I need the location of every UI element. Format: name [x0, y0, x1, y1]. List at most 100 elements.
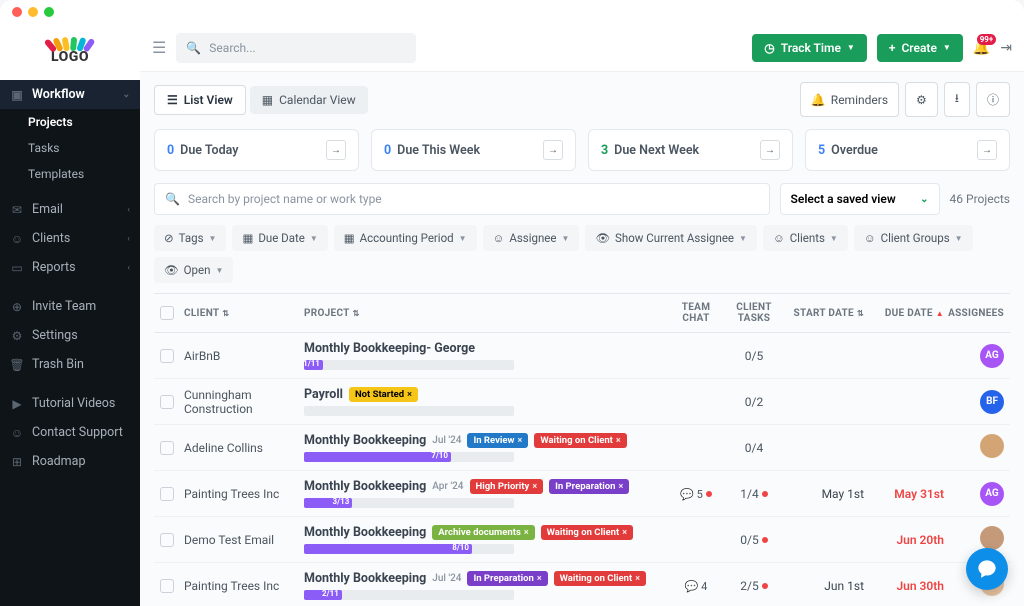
col-due-header[interactable]: DUE DATE▲	[864, 308, 944, 319]
tag[interactable]: Waiting on Client×	[541, 525, 633, 540]
nav-clients[interactable]: ☺Clients‹	[0, 224, 140, 253]
row-checkbox[interactable]	[160, 487, 174, 501]
logout-icon[interactable]: ⇥	[1000, 40, 1012, 56]
nav-projects[interactable]: Projects	[0, 109, 140, 135]
track-time-button[interactable]: ◷ Track Time ▼	[752, 34, 867, 62]
arrow-icon[interactable]: →	[977, 140, 997, 160]
table-row[interactable]: Cunningham Construction Payroll Not Star…	[154, 379, 1010, 425]
assignee-avatar[interactable]: AG	[980, 344, 1004, 368]
reminders-button[interactable]: 🔔Reminders	[800, 82, 899, 117]
assignee-avatar[interactable]: BF	[980, 390, 1004, 414]
notifications-icon[interactable]: 🔔99+	[973, 40, 990, 56]
filter-clients[interactable]: ☺Clients▼	[763, 225, 848, 251]
nav-tutorial[interactable]: ▶Tutorial Videos	[0, 389, 140, 418]
nav-trash[interactable]: 🗑Trash Bin	[0, 350, 140, 379]
stat-due-next[interactable]: 3Due Next Week→	[588, 129, 793, 171]
project-name[interactable]: Payroll Not Started×	[304, 387, 418, 402]
nav-email[interactable]: ✉Email‹	[0, 195, 140, 224]
chat-count[interactable]: 💬 5	[680, 488, 712, 501]
tag-remove-icon[interactable]: ×	[407, 390, 412, 400]
nav-support[interactable]: ☺Contact Support	[0, 418, 140, 447]
stat-overdue[interactable]: 5Overdue→	[805, 129, 1010, 171]
nav-reports[interactable]: ▭Reports‹	[0, 253, 140, 282]
window-minimize[interactable]	[28, 7, 38, 17]
intercom-launcher[interactable]	[966, 548, 1008, 590]
nav-settings[interactable]: ⚙Settings	[0, 321, 140, 350]
project-name[interactable]: Monthly Bookkeeping- George	[304, 341, 475, 356]
nav-tasks[interactable]: Tasks	[0, 135, 140, 161]
filter-client-groups[interactable]: ☺Client Groups▼	[854, 225, 973, 251]
download-button[interactable]: ⭳	[944, 82, 970, 117]
help-button[interactable]: ⓘ	[976, 82, 1010, 117]
stat-due-week[interactable]: 0Due This Week→	[371, 129, 576, 171]
table-row[interactable]: Painting Trees Inc Monthly Bookkeeping A…	[154, 471, 1010, 517]
settings-button[interactable]: ⚙	[905, 82, 938, 117]
nav-invite[interactable]: ⊕Invite Team	[0, 292, 140, 321]
row-checkbox[interactable]	[160, 395, 174, 409]
nav-workflow[interactable]: ▣ Workflow ⌄	[0, 80, 140, 109]
table-row[interactable]: Adeline Collins Monthly Bookkeeping Jul …	[154, 425, 1010, 471]
tag-remove-icon[interactable]: ×	[635, 574, 640, 584]
arrow-icon[interactable]: →	[543, 140, 563, 160]
filter-assignee[interactable]: ☺Assignee▼	[483, 225, 580, 251]
tag[interactable]: High Priority×	[470, 479, 544, 494]
filter-due-date[interactable]: ▦Due Date▼	[232, 225, 327, 251]
col-project-header[interactable]: PROJECT⇅	[304, 308, 668, 319]
tab-calendar-view[interactable]: ▦Calendar View	[250, 86, 368, 114]
tag[interactable]: In Review×	[467, 433, 528, 448]
arrow-icon[interactable]: →	[760, 140, 780, 160]
row-checkbox[interactable]	[160, 441, 174, 455]
search-input[interactable]: 🔍 Search...	[176, 33, 416, 63]
select-all-checkbox[interactable]	[160, 306, 174, 320]
tag-remove-icon[interactable]: ×	[616, 436, 621, 446]
window-zoom[interactable]	[44, 7, 54, 17]
col-assignees-header: ASSIGNEES	[944, 308, 1004, 319]
table-row[interactable]: AirBnB Monthly Bookkeeping- George 1/11 …	[154, 333, 1010, 379]
project-search-input[interactable]: 🔍Search by project name or work type	[154, 183, 770, 215]
filter-show-current[interactable]: 👁Show Current Assignee▼	[585, 225, 757, 251]
tag[interactable]: Waiting on Client×	[534, 433, 626, 448]
row-checkbox[interactable]	[160, 349, 174, 363]
saved-view-select[interactable]: Select a saved view⌄	[780, 183, 940, 215]
project-name[interactable]: Monthly Bookkeeping Jul '24 In Preparati…	[304, 571, 646, 586]
row-checkbox[interactable]	[160, 533, 174, 547]
assignee-avatar[interactable]	[980, 434, 1004, 458]
tab-list-view[interactable]: ☰List View	[154, 85, 246, 115]
col-start-header[interactable]: START DATE⇅	[784, 308, 864, 319]
assignee-avatar[interactable]: AG	[980, 482, 1004, 506]
window-close[interactable]	[12, 7, 22, 17]
table-row[interactable]: Painting Trees Inc Monthly Bookkeeping J…	[154, 563, 1010, 606]
project-name[interactable]: Monthly Bookkeeping Archive documents× W…	[304, 525, 633, 540]
tag[interactable]: Waiting on Client×	[554, 571, 646, 586]
client-name: Cunningham Construction	[184, 388, 304, 416]
project-name[interactable]: Monthly Bookkeeping Apr '24 High Priorit…	[304, 479, 629, 494]
table-row[interactable]: Demo Test Email Monthly Bookkeeping Arch…	[154, 517, 1010, 563]
assignee-avatar[interactable]	[980, 526, 1004, 550]
tag[interactable]: In Preparation×	[467, 571, 547, 586]
nav-templates[interactable]: Templates	[0, 161, 140, 187]
row-checkbox[interactable]	[160, 579, 174, 593]
chat-count[interactable]: 💬 4	[685, 580, 708, 593]
tag[interactable]: Archive documents×	[432, 525, 534, 540]
col-client-header[interactable]: CLIENT⇅	[184, 308, 304, 319]
tag[interactable]: Not Started×	[349, 387, 418, 402]
filter-tags[interactable]: ⊘Tags▼	[154, 225, 226, 251]
menu-toggle[interactable]: ☰	[152, 38, 166, 57]
create-button[interactable]: + Create ▼	[877, 34, 963, 62]
project-name[interactable]: Monthly Bookkeeping Jul '24 In Review× W…	[304, 433, 627, 448]
tag-remove-icon[interactable]: ×	[518, 436, 523, 446]
progress-bar: 2/11	[304, 590, 514, 600]
tag-remove-icon[interactable]: ×	[622, 528, 627, 538]
filter-accounting-period[interactable]: ▦Accounting Period▼	[334, 225, 477, 251]
tag-remove-icon[interactable]: ×	[524, 528, 529, 538]
tag-remove-icon[interactable]: ×	[532, 482, 537, 492]
tag-remove-icon[interactable]: ×	[537, 574, 542, 584]
arrow-icon[interactable]: →	[326, 140, 346, 160]
nav-roadmap[interactable]: ⊞Roadmap	[0, 447, 140, 476]
tag-remove-icon[interactable]: ×	[618, 482, 623, 492]
calendar-icon: ▦	[262, 93, 273, 107]
tag[interactable]: In Preparation×	[549, 479, 629, 494]
filter-open[interactable]: 👁Open▼	[154, 257, 233, 283]
stat-due-today[interactable]: 0Due Today→	[154, 129, 359, 171]
group-icon: ☺	[864, 231, 876, 245]
